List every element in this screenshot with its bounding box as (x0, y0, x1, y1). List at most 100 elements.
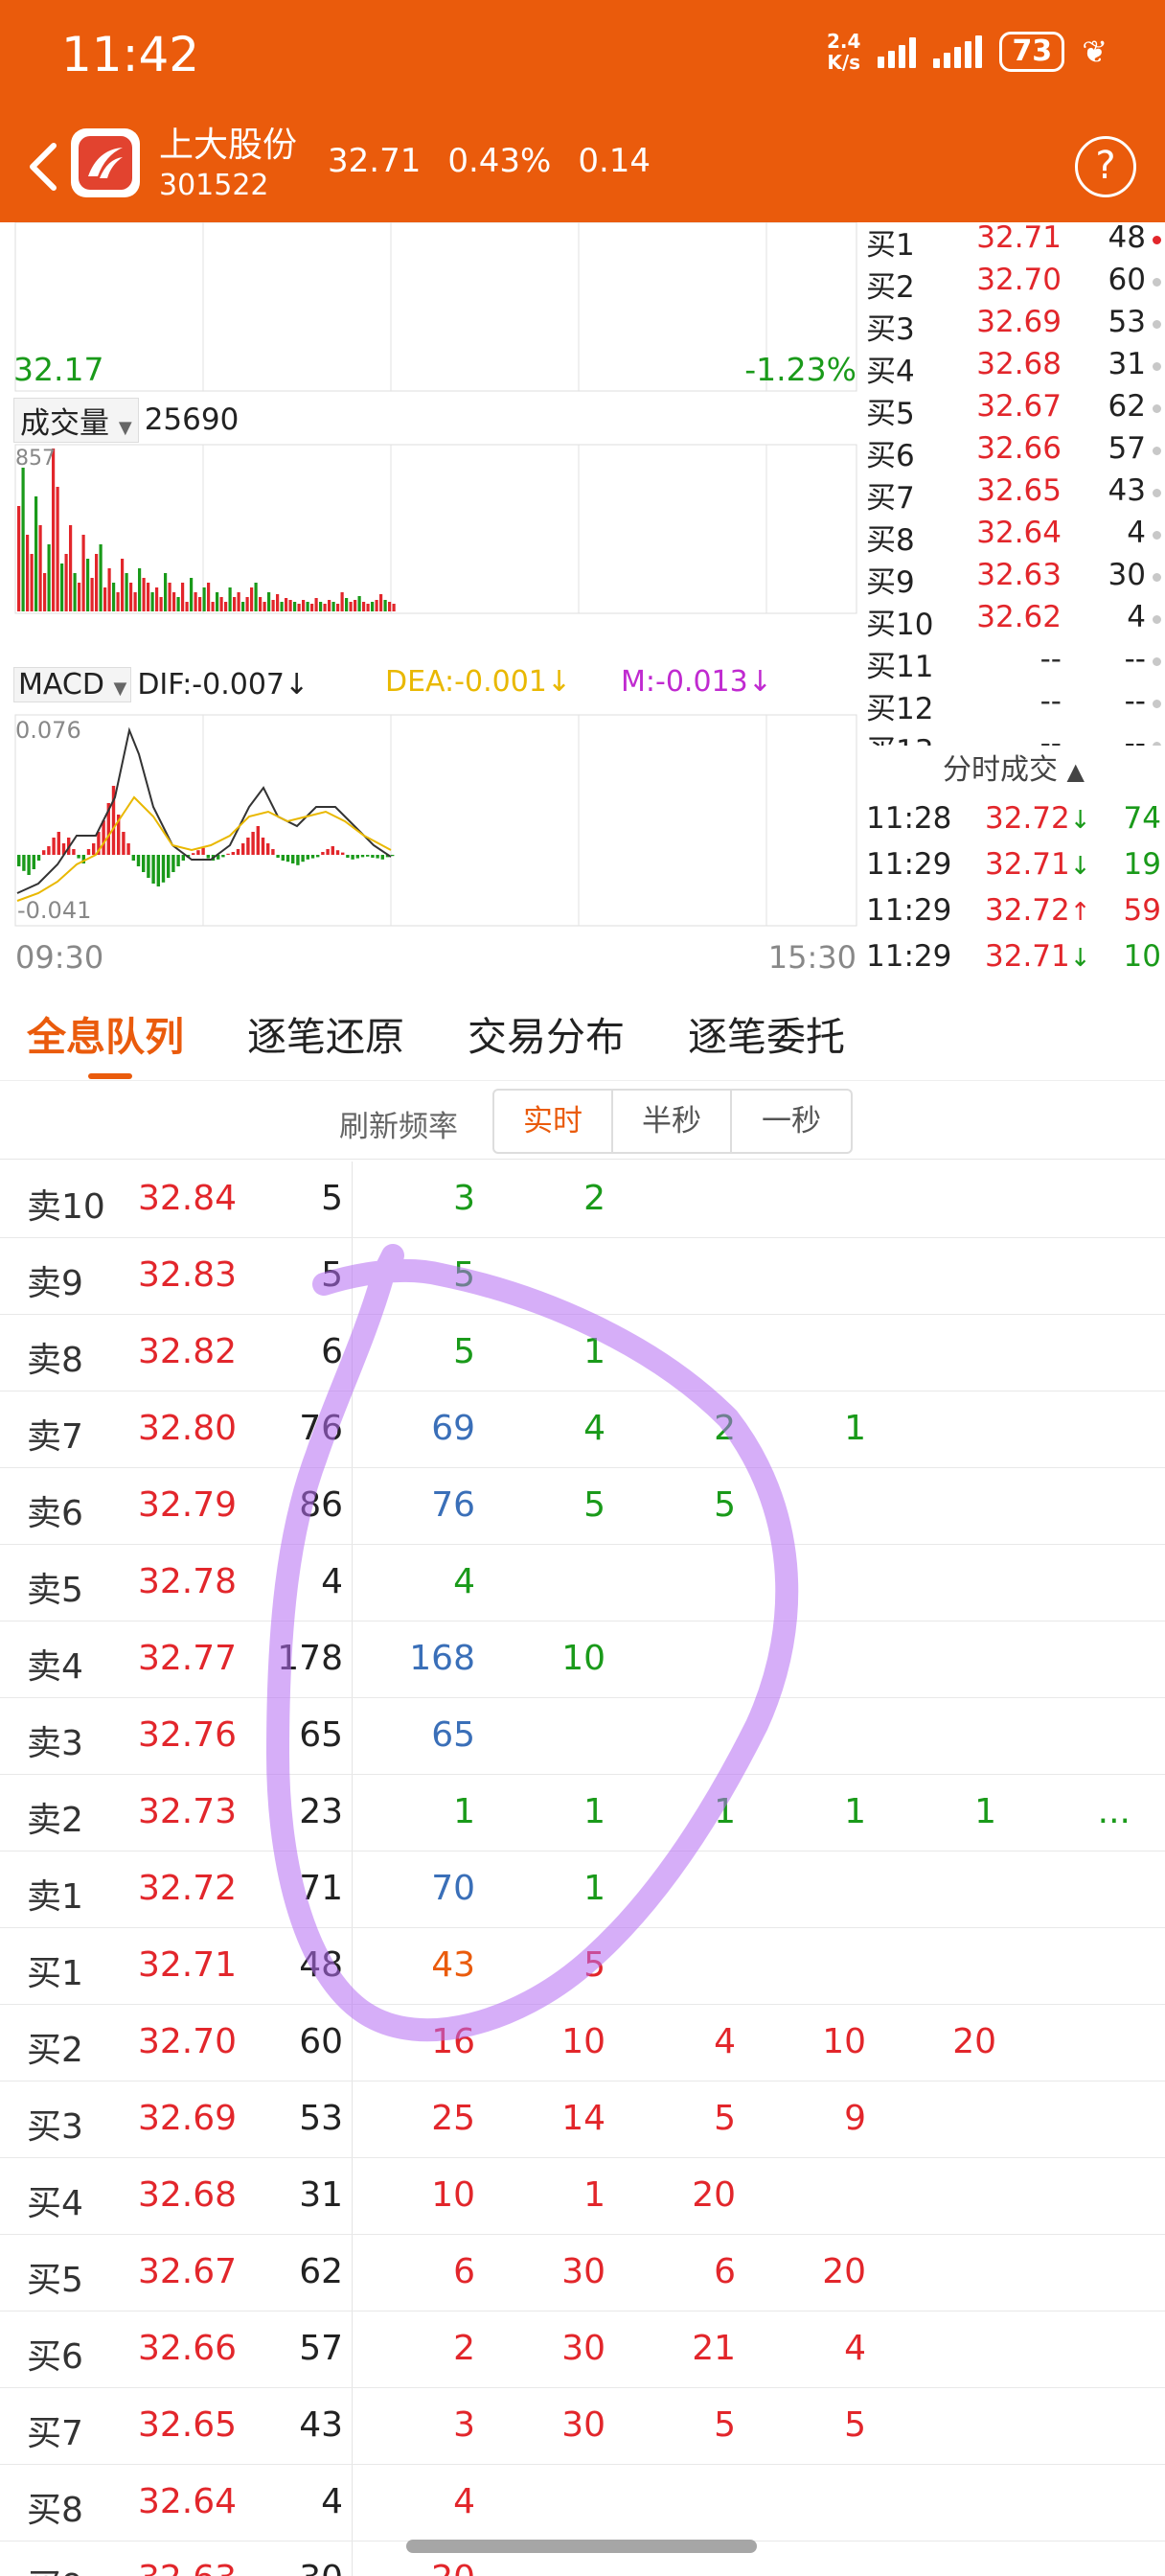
volume-bar (328, 600, 331, 611)
queue-order-size: 10 (561, 1639, 605, 1678)
refresh-one-second-button[interactable]: 一秒 (732, 1091, 851, 1152)
book-mini-row[interactable]: 买10 32.62 4 (862, 600, 1165, 642)
book-mini-volume: 4 (1127, 600, 1146, 634)
intraday-chart[interactable]: 32.17 -1.23% 成交量 ▼ 25690 857 MACD ▼ DIF:… (0, 222, 862, 985)
book-mini-row[interactable]: 买5 32.67 62 (862, 389, 1165, 431)
home-indicator[interactable] (406, 2540, 757, 2553)
queue-row[interactable]: 卖5 32.78 4 4 (0, 1545, 1165, 1622)
dot-icon (1153, 615, 1161, 624)
tick-time: 11:29 (866, 893, 952, 928)
order-queue-table[interactable]: 卖10 32.84 5 3 2 卖9 32.83 5 5 卖8 32.82 6 5 1 卖7 32.80 76 6… (0, 1162, 1165, 2576)
queue-order-size: 20 (431, 2559, 475, 2576)
order-book-mini[interactable]: 买1 32.71 48 买2 32.70 60 买3 32.69 53 买4 32.68 31 买5 32… (862, 222, 1165, 746)
queue-row[interactable]: 买6 32.66 57 2 30 21 4 (0, 2312, 1165, 2388)
macd-bar (151, 855, 155, 884)
queue-order-size: 5 (714, 1485, 736, 1525)
tick-volume: 10 (1123, 939, 1161, 974)
macd-m: M:-0.013↓ (621, 665, 772, 699)
queue-row[interactable]: 买1 32.71 48 43 5 (0, 1928, 1165, 2005)
volume-bar (26, 535, 30, 611)
tick-time: 11:28 (866, 801, 952, 836)
queue-row[interactable]: 买8 32.64 4 4 (0, 2465, 1165, 2542)
book-mini-row[interactable]: 买1 32.71 48 (862, 222, 1165, 263)
book-mini-row[interactable]: 买7 32.65 43 (862, 473, 1165, 516)
help-button[interactable]: ? (1075, 136, 1136, 197)
queue-row[interactable]: 买2 32.70 60 16 10 4 10 20 (0, 2005, 1165, 2082)
volume-bar (43, 573, 47, 611)
book-mini-row[interactable]: 买9 32.63 30 (862, 558, 1165, 600)
queue-row[interactable]: 卖4 32.77 178 168 10 (0, 1622, 1165, 1698)
queue-total: 4 (321, 2482, 343, 2521)
queue-level-label: 买9 (27, 2559, 83, 2576)
queue-row[interactable]: 买3 32.69 53 25 14 5 9 (0, 2082, 1165, 2158)
queue-order-size: 5 (583, 1485, 605, 1525)
change-percent: 0.43% (447, 142, 552, 180)
queue-row[interactable]: 买4 32.68 31 10 1 20 (0, 2158, 1165, 2235)
queue-row[interactable]: 卖6 32.79 86 76 5 5 (0, 1468, 1165, 1545)
queue-total: 76 (299, 1409, 343, 1448)
book-mini-row[interactable]: 买3 32.69 53 (862, 305, 1165, 347)
tick-row: 11:29 32.71↓ 19 (862, 847, 1165, 893)
time-start: 09:30 (15, 939, 104, 976)
tab-order-entrust[interactable]: 逐笔委托 (688, 1004, 845, 1062)
tab-full-queue[interactable]: 全息队列 (27, 1004, 184, 1062)
queue-row[interactable]: 卖3 32.76 65 65 (0, 1698, 1165, 1775)
macd-bar (246, 838, 250, 855)
macd-bar (171, 855, 175, 872)
volume-bar (310, 604, 314, 611)
queue-level-label: 买3 (27, 2107, 83, 2147)
book-mini-row[interactable]: 买8 32.64 4 (862, 516, 1165, 558)
queue-row[interactable]: 买7 32.65 43 3 30 5 5 (0, 2388, 1165, 2465)
macd-bar (335, 850, 340, 855)
volume-bar (181, 583, 185, 611)
dot-icon (1153, 320, 1161, 329)
queue-total: 62 (299, 2252, 343, 2291)
queue-row[interactable]: 卖7 32.80 76 69 4 2 1 (0, 1392, 1165, 1468)
ticks-title[interactable]: 分时成交 ▲ (862, 746, 1165, 795)
queue-total: 4 (321, 1562, 343, 1601)
refresh-half-second-button[interactable]: 半秒 (613, 1091, 732, 1152)
volume-selector[interactable]: 成交量 ▼ (13, 397, 139, 443)
queue-level-label: 买6 (27, 2337, 83, 2377)
macd-bar (156, 855, 160, 886)
book-mini-row[interactable]: 买11 -- -- (862, 642, 1165, 684)
stock-logo (71, 128, 140, 197)
queue-order-size: 9 (844, 2099, 866, 2138)
queue-row[interactable]: 买5 32.67 62 6 30 6 20 (0, 2235, 1165, 2312)
dot-icon (1153, 236, 1161, 244)
queue-row[interactable]: 卖8 32.82 6 5 1 (0, 1315, 1165, 1392)
queue-order-size: 21 (692, 2329, 736, 2368)
tab-trade-distribution[interactable]: 交易分布 (468, 1004, 625, 1062)
queue-price: 32.71 (138, 1945, 238, 1985)
book-mini-row[interactable]: 买2 32.70 60 (862, 263, 1165, 305)
book-mini-row[interactable]: 买4 32.68 31 (862, 347, 1165, 389)
back-arrow-icon[interactable] (21, 138, 69, 196)
refresh-realtime-button[interactable]: 实时 (494, 1091, 613, 1152)
book-mini-price: 32.62 (976, 600, 1062, 634)
queue-price: 32.82 (138, 1332, 238, 1371)
queue-order-size: 1 (974, 1792, 996, 1831)
macd-bar (167, 855, 171, 878)
volume-bar (172, 592, 176, 611)
book-mini-row[interactable]: 买13 -- -- (862, 726, 1165, 746)
volume-bar (73, 573, 77, 611)
queue-price: 32.66 (138, 2329, 238, 2368)
price-panel-frame (14, 222, 857, 392)
queue-level-label: 买7 (27, 2414, 83, 2453)
book-mini-price: 32.67 (976, 389, 1062, 424)
quote-summary: 32.71 0.43% 0.14 (328, 142, 651, 180)
queue-row[interactable]: 卖1 32.72 71 70 1 (0, 1852, 1165, 1928)
volume-bar (142, 578, 146, 611)
book-mini-row[interactable]: 买12 -- -- (862, 684, 1165, 726)
queue-row[interactable]: 卖2 32.73 23 1 1 1 1 1... (0, 1775, 1165, 1852)
queue-order-size: 4 (583, 1409, 605, 1448)
macd-bar (27, 855, 31, 875)
book-mini-label: 买9 (866, 565, 915, 600)
queue-row[interactable]: 卖10 32.84 5 3 2 (0, 1162, 1165, 1238)
macd-bar (136, 855, 141, 866)
macd-selector[interactable]: MACD ▼ (13, 666, 132, 702)
queue-row[interactable]: 卖9 32.83 5 5 (0, 1238, 1165, 1315)
book-mini-row[interactable]: 买6 32.66 57 (862, 431, 1165, 473)
dot-icon (1153, 489, 1161, 497)
tab-tick-restore[interactable]: 逐笔还原 (247, 1004, 404, 1062)
